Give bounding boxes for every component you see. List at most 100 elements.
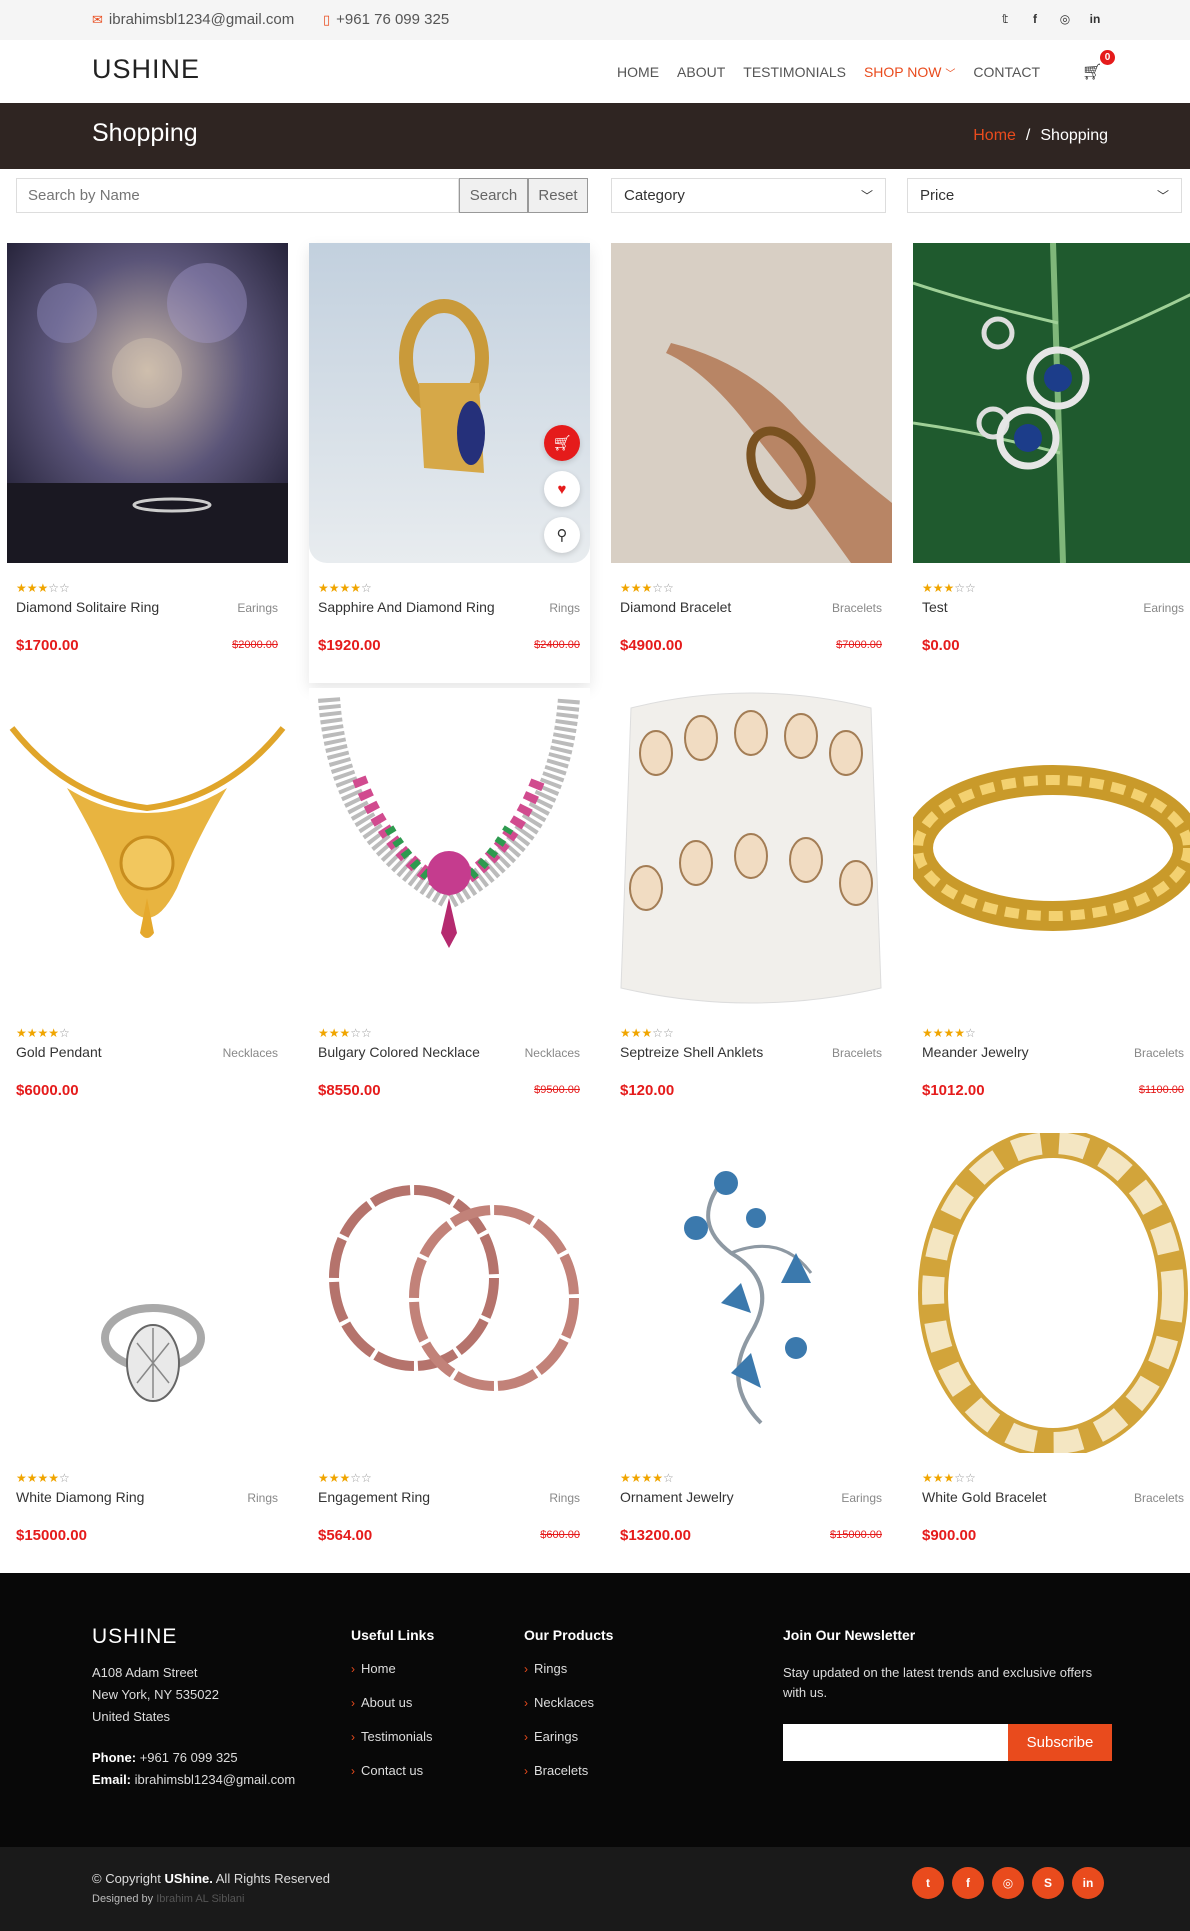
product-card[interactable]: 🛒︎ ♥ ⚲ ★★★★☆ Sapphire And Diamond Ring R… [309,243,590,683]
product-card[interactable]: ★★★★☆ White Diamong Ring Rings $15000.00 [7,1133,288,1573]
our-products: Our Products › Rings › Necklaces › Earings … [524,1627,613,1797]
twitter-icon[interactable]: 𝕥 [997,11,1013,27]
product-image[interactable] [913,243,1190,563]
product-image[interactable] [7,243,288,563]
add-to-cart-icon[interactable]: 🛒︎ [544,425,580,461]
product-name[interactable]: Test [922,599,948,615]
page-banner: Shopping Home / Shopping [0,103,1190,169]
newsletter-email-input[interactable] [783,1724,1008,1761]
top-bar: ✉ ibrahimsbl1234@gmail.com ▯ +961 76 099… [0,0,1190,40]
product-name[interactable]: Gold Pendant [16,1044,102,1060]
product-name[interactable]: White Diamong Ring [16,1489,144,1505]
nav-testimonials[interactable]: TESTIMONIALS [743,64,846,80]
category-select[interactable]: Category ﹀ [611,178,886,213]
product-card[interactable]: ★★★☆☆ White Gold Bracelet Bracelets $900… [913,1133,1190,1573]
site-logo[interactable]: USHINE [92,54,200,85]
top-phone[interactable]: ▯ +961 76 099 325 [323,11,449,28]
facebook-icon[interactable]: f [1027,11,1043,27]
product-image[interactable] [309,1133,590,1453]
twitter-icon[interactable]: t [912,1867,944,1899]
nav-shop-now[interactable]: SHOP NOW ﹀ [864,64,955,80]
footer-logo[interactable]: USHINE [92,1625,177,1649]
product-price: $1920.00 [318,637,381,654]
top-social: 𝕥 f ◎ in [997,11,1103,27]
product-name[interactable]: Sapphire And Diamond Ring [318,599,495,615]
footer-link-testimonials[interactable]: › Testimonials [351,1729,434,1763]
product-name[interactable]: Bulgary Colored Necklace [318,1044,480,1060]
product-image[interactable] [7,688,288,1008]
product-card[interactable]: ★★★☆☆ Engagement Ring Rings $564.00 $600… [309,1133,590,1573]
chevron-right-icon: › [351,1730,355,1744]
instagram-icon[interactable]: ◎ [992,1867,1024,1899]
product-name[interactable]: Septreize Shell Anklets [620,1044,763,1060]
product-image[interactable] [913,1133,1190,1453]
search-button[interactable]: Search [459,178,528,213]
product-image[interactable] [611,243,892,563]
product-old-price: $2400.00 [534,639,580,651]
price-select[interactable]: Price ﹀ [907,178,1182,213]
footer-link-home[interactable]: › Home [351,1661,434,1695]
linkedin-icon[interactable]: in [1087,11,1103,27]
footer-link-necklaces[interactable]: › Necklaces [524,1695,613,1729]
top-email[interactable]: ✉ ibrahimsbl1234@gmail.com [92,11,294,28]
breadcrumb-home[interactable]: Home [973,127,1016,145]
product-name[interactable]: Meander Jewelry [922,1044,1029,1060]
product-card[interactable]: ★★★★☆ Gold Pendant Necklaces $6000.00 [7,688,288,1128]
reset-button[interactable]: Reset [528,178,588,213]
product-image[interactable] [309,688,590,1008]
product-name[interactable]: Engagement Ring [318,1489,430,1505]
product-card[interactable]: ★★★☆☆ Diamond Bracelet Bracelets $4900.0… [611,243,892,683]
product-card[interactable]: ★★★☆☆ Septreize Shell Anklets Bracelets … [611,688,892,1128]
nav-contact[interactable]: CONTACT [973,64,1040,80]
product-card[interactable]: ★★★★☆ Ornament Jewelry Earings $13200.00… [611,1133,892,1573]
footer-link-contact[interactable]: › Contact us [351,1763,434,1797]
facebook-icon[interactable]: f [952,1867,984,1899]
product-card[interactable]: ★★★☆☆ Bulgary Colored Necklace Necklaces… [309,688,590,1128]
product-card[interactable]: ★★★★☆ Meander Jewelry Bracelets $1012.00… [913,688,1190,1128]
subscribe-button[interactable]: Subscribe [1008,1724,1112,1761]
footer-link-bracelets[interactable]: › Bracelets [524,1763,613,1797]
product-name[interactable]: Diamond Bracelet [620,599,731,615]
nav-about[interactable]: ABOUT [677,64,725,80]
instagram-icon[interactable]: ◎ [1057,11,1073,27]
product-image[interactable] [611,688,892,1008]
product-image[interactable] [611,1133,892,1453]
product-category: Rings [247,1491,278,1505]
product-image[interactable] [7,1133,288,1453]
product-name[interactable]: White Gold Bracelet [922,1489,1047,1505]
search-icon[interactable]: ⚲ [544,517,580,553]
footer-phone: Phone: +961 76 099 325 [92,1747,295,1769]
footer-link-rings[interactable]: › Rings [524,1661,613,1695]
product-rating: ★★★☆☆ [318,1026,372,1040]
footer-link-about[interactable]: › About us [351,1695,434,1729]
product-name[interactable]: Diamond Solitaire Ring [16,599,159,615]
product-rating: ★★★☆☆ [620,581,674,595]
linkedin-icon[interactable]: in [1072,1867,1104,1899]
product-card[interactable]: ★★★☆☆ Test Earings $0.00 [913,243,1190,683]
heart-icon[interactable]: ♥ [544,471,580,507]
search-input[interactable] [16,178,459,213]
product-rating: ★★★☆☆ [318,1471,372,1485]
footer-link-label: Contact us [361,1763,424,1778]
footer-link-earings[interactable]: › Earings [524,1729,613,1763]
product-category: Bracelets [1133,1491,1184,1505]
price-select-label: Price [920,187,955,204]
chevron-down-icon: ﹀ [1156,189,1169,203]
cart-icon: 🛒︎ [1082,64,1103,81]
product-card[interactable]: ★★★☆☆ Diamond Solitaire Ring Earings $17… [7,243,288,683]
product-name[interactable]: Ornament Jewelry [620,1489,734,1505]
footer-link-label: Necklaces [534,1695,594,1710]
cart-button[interactable]: 🛒︎ 0 [1082,50,1115,86]
skype-icon[interactable]: S [1032,1867,1064,1899]
nav-home[interactable]: HOME [617,64,659,80]
product-image[interactable] [913,688,1190,1008]
designer-link[interactable]: Ibrahim AL Siblani [156,1893,244,1905]
product-category: Rings [549,1491,580,1505]
product-category: Earings [1143,601,1184,615]
footer-link-label: Bracelets [534,1763,589,1778]
product-price: $6000.00 [16,1082,79,1099]
product-rating: ★★★☆☆ [16,581,70,595]
product-rating: ★★★★☆ [922,1026,976,1040]
cart-count-badge: 0 [1100,50,1115,65]
product-old-price: $9500.00 [534,1084,580,1096]
